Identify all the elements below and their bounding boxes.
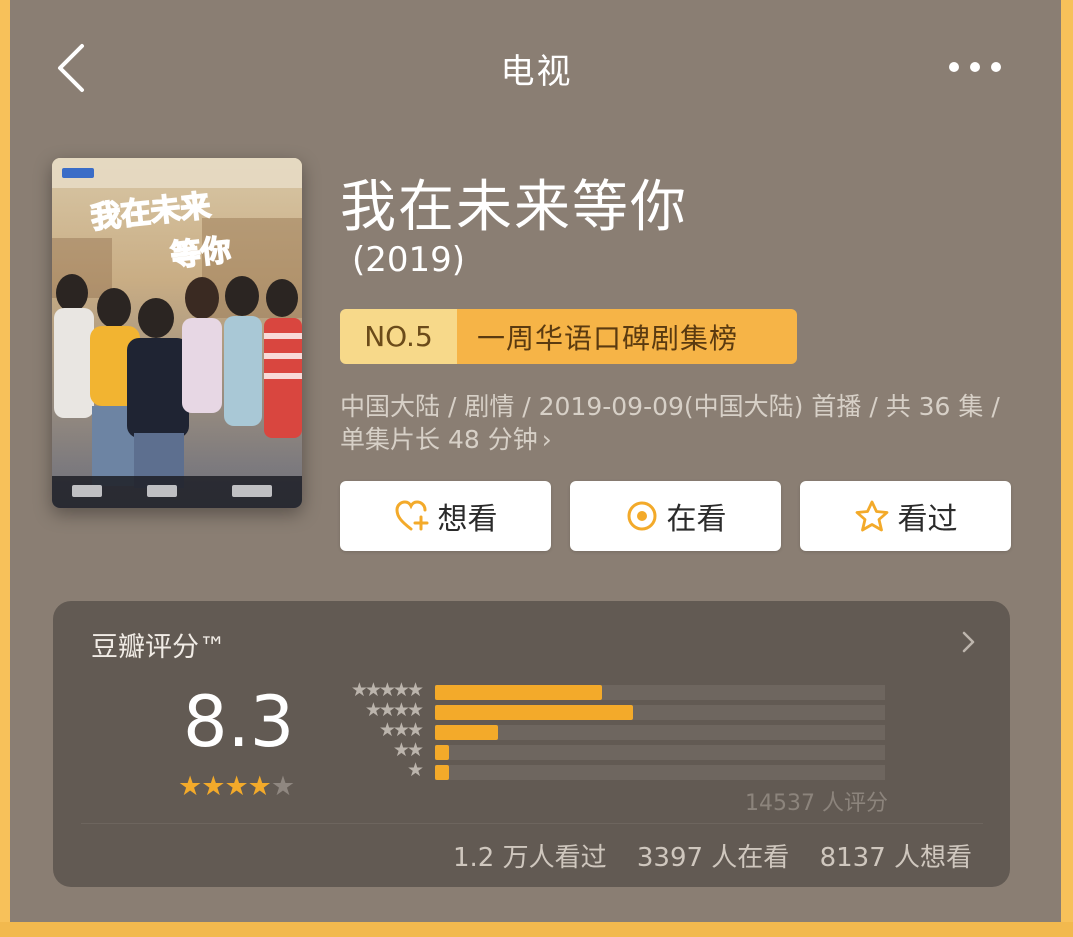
rating-details-arrow[interactable]	[958, 629, 978, 655]
heart-plus-icon	[394, 500, 428, 531]
rating-card[interactable]: 豆瓣评分™ 8.3 ★★★★★ ★★★★★ ★★★★ ★★★ ★★ ★ 14537 人评…	[53, 601, 1010, 887]
want-to-watch-button[interactable]: 想看	[340, 481, 551, 551]
star-filled-icon: ★	[178, 771, 202, 802]
frame-border	[0, 922, 1073, 937]
rating-bar-track	[435, 685, 885, 700]
star-filled-icon: ★	[201, 771, 225, 802]
rating-bar-track	[435, 705, 885, 720]
rating-stars: ★★★★★	[178, 771, 295, 802]
rating-title: 豆瓣评分™	[91, 632, 226, 663]
rank-number: NO.5	[340, 309, 457, 364]
rating-bar-fill	[435, 725, 498, 740]
star-empty-icon: ★	[270, 771, 295, 802]
watch-stats: 1.2 万人看过 3397 人在看 8137 人想看	[431, 837, 972, 874]
rank-badge[interactable]: NO.5 一周华语口碑剧集榜	[340, 309, 797, 364]
star-filled-icon: ★	[247, 771, 272, 802]
star-filled-icon: ★	[224, 771, 248, 802]
rank-label: 一周华语口碑剧集榜	[457, 309, 797, 364]
poster-image[interactable]: 我在未来 等你	[52, 158, 302, 508]
more-dots-icon	[949, 62, 1001, 72]
poster-art: 我在未来 等你	[52, 158, 302, 508]
svg-text:等你: 等你	[169, 233, 232, 274]
rating-bar-fill	[435, 745, 449, 760]
page-title: 电视	[500, 52, 573, 92]
show-meta[interactable]: 中国大陆 / 剧情 / 2019-09-09(中国大陆) 首播 / 共 36 集…	[340, 390, 1030, 456]
rating-bar-stars: ★★★	[378, 719, 424, 741]
rating-bar-track	[435, 765, 885, 780]
show-year: (2019)	[352, 240, 466, 280]
target-icon	[627, 501, 656, 531]
watched-label: 看过	[897, 502, 958, 537]
chevron-right-icon: ›	[541, 425, 552, 454]
want-to-watch-label: 想看	[437, 502, 498, 537]
star-outline-icon	[855, 500, 888, 532]
watching-count: 3397 人在看	[636, 843, 790, 873]
rating-bar-fill	[435, 685, 602, 700]
rating-bar-stars: ★	[406, 759, 424, 781]
watching-button[interactable]: 在看	[570, 481, 781, 551]
more-button[interactable]	[940, 52, 1010, 82]
rating-bar-row: ★	[323, 759, 893, 783]
rating-bar-track	[435, 745, 885, 760]
rater-count: 14537 人评分	[745, 791, 888, 816]
divider	[81, 823, 983, 824]
show-meta-text: 中国大陆 / 剧情 / 2019-09-09(中国大陆) 首播 / 共 36 集…	[340, 392, 1000, 454]
watched-button[interactable]: 看过	[800, 481, 1011, 551]
rating-bar-stars: ★★	[392, 739, 424, 761]
rating-bar-track	[435, 725, 885, 740]
rating-score: 8.3	[183, 681, 295, 763]
rating-bar-fill	[435, 705, 633, 720]
rating-bar-fill	[435, 765, 449, 780]
watching-label: 在看	[666, 502, 727, 537]
rating-bar-stars: ★★★★	[364, 699, 424, 721]
want-count: 8137 人想看	[819, 843, 972, 873]
watched-count: 1.2 万人看过	[452, 843, 607, 873]
show-title: 我在未来等你	[340, 175, 688, 240]
chevron-right-icon	[962, 631, 975, 653]
rating-bar-stars: ★★★★★	[350, 679, 424, 701]
